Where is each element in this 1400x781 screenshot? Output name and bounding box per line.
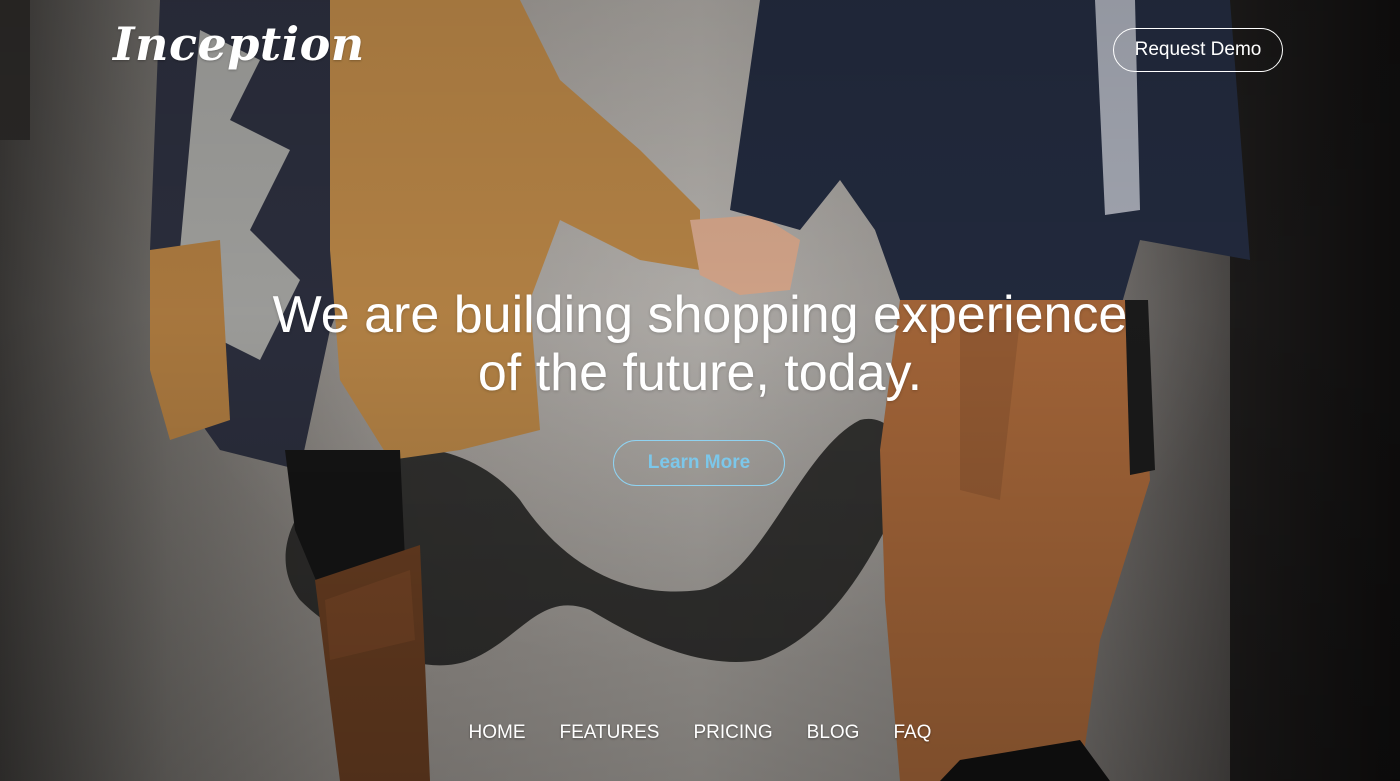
nav-item-pricing[interactable]: PRICING [693, 720, 772, 746]
footer-nav: HOME FEATURES PRICING BLOG FAQ [0, 720, 1400, 746]
nav-item-features[interactable]: FEATURES [560, 720, 660, 746]
hero-headline-line1: We are building shopping experience [272, 286, 1128, 344]
brand-logo[interactable]: Inception [113, 14, 365, 74]
learn-more-button[interactable]: Learn More [613, 440, 785, 486]
nav-item-blog[interactable]: BLOG [807, 720, 860, 746]
hero-headline-line2: of the future, today. [477, 344, 923, 402]
request-demo-button[interactable]: Request Demo [1113, 28, 1283, 72]
hero-headline: We are building shopping experience of t… [200, 286, 1200, 402]
nav-item-home[interactable]: HOME [469, 720, 526, 746]
nav-item-faq[interactable]: FAQ [893, 720, 931, 746]
